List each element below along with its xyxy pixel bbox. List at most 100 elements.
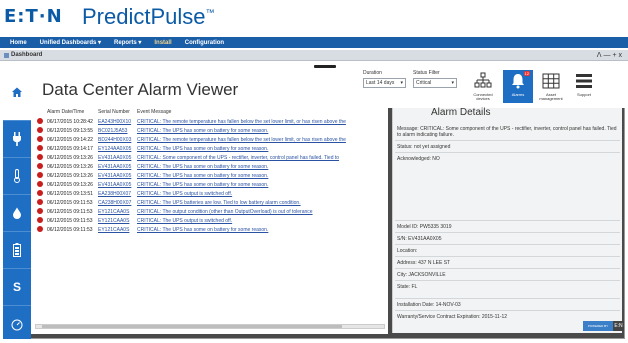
col-alarm-datetime[interactable]: Alarm Date/Time (47, 109, 84, 115)
event-message-link[interactable]: CRITICAL: The remote temperature has fal… (137, 119, 385, 125)
battery-button[interactable] (3, 232, 31, 269)
brand-logo: E:T·N PredictPulse™ (4, 4, 304, 29)
nav-configuration[interactable]: Configuration (185, 40, 224, 46)
chevron-down-icon: ▾ (451, 80, 454, 86)
event-message-link[interactable]: CRITICAL: The UPS batteries are low. Tie… (137, 200, 385, 206)
serial-number-link[interactable]: EY121CAA0S (98, 218, 129, 224)
alarm-datetime: 06/12/2015 09:13:26 (47, 155, 93, 161)
critical-status-icon (37, 127, 43, 133)
app-name: PredictPulse™ (82, 4, 215, 29)
nav-home[interactable]: Home (10, 40, 27, 46)
serial-number-detail: S/N: EV431AA0X05 (395, 232, 620, 244)
window-controls[interactable]: ᐱ — + x (597, 51, 622, 59)
city: City: JACKSONVILLE (395, 268, 620, 280)
serial-number-link[interactable]: EV431AA0X05 (98, 155, 131, 161)
gauge-button[interactable] (3, 306, 31, 343)
table-row[interactable]: 06/12/2015 09:13:51 EA238H00X07 CRITICAL: … (31, 189, 388, 198)
event-message-link[interactable]: CRITICAL: The UPS has some on battery fo… (137, 128, 385, 134)
support-button[interactable]: Support (569, 70, 599, 103)
serial-number-link[interactable]: EV431AA0X05 (98, 182, 131, 188)
event-message-link[interactable]: CRITICAL: Some component of the UPS - re… (137, 155, 385, 161)
serial-number-link[interactable]: EV431AA0X05 (98, 173, 131, 179)
serial-number-link[interactable]: EY121CAA0S (98, 227, 129, 233)
power-plug-button[interactable] (3, 121, 31, 158)
nav-install[interactable]: Install (154, 40, 171, 46)
alarm-datetime: 06/12/2015 09:11:53 (47, 200, 93, 206)
critical-status-icon (37, 163, 43, 169)
alarm-datetime: 06/12/2015 09:11:53 (47, 218, 93, 224)
serial-number-link[interactable]: EA243H00X10 (98, 119, 131, 125)
drag-handle[interactable] (314, 65, 336, 68)
event-message-link[interactable]: CRITICAL: The output condition (other th… (137, 209, 385, 215)
alarm-datetime: 06/12/2015 09:13:26 (47, 173, 93, 179)
nav-reports[interactable]: Reports ▾ (114, 39, 141, 46)
location: Location: (395, 244, 620, 256)
thermometer-icon (14, 169, 20, 183)
event-message-link[interactable]: CRITICAL: The UPS has some on battery fo… (137, 146, 385, 152)
gauge-icon (11, 319, 23, 330)
critical-status-icon (37, 217, 43, 223)
s-button[interactable]: S (3, 269, 31, 306)
event-message-link[interactable]: CRITICAL: The UPS has some on battery fo… (137, 182, 385, 188)
alarm-datetime: 06/17/2015 10:28:42 (47, 119, 93, 125)
col-serial-number[interactable]: Serial Number (98, 109, 130, 115)
alarms-button[interactable]: 12 Alarms (503, 70, 533, 103)
event-message-link[interactable]: CRITICAL: The UPS output is switched off… (137, 218, 385, 224)
dashboard-bar: Dashboard ᐱ — + x (0, 50, 628, 61)
dashboard-title: Dashboard (11, 52, 43, 58)
serial-number-link[interactable]: EA238H00X07 (98, 191, 131, 197)
main-nav: Home Unified Dashboards ▾ Reports ▾ Inst… (0, 37, 628, 48)
table-row[interactable]: 06/12/2015 09:14:17 EY124AA0X05 CRITICAL: … (31, 144, 388, 153)
serial-number-link[interactable]: EY121CAA0S (98, 209, 129, 215)
table-row[interactable]: 06/12/2015 09:13:26 EV431AA0X05 CRITICAL: … (31, 180, 388, 189)
alarm-datetime: 06/12/2015 09:13:51 (47, 191, 93, 197)
critical-status-icon (37, 199, 43, 205)
alarm-details-message: Message: CRITICAL: Some component of the… (397, 126, 617, 138)
status-filter-select[interactable]: Critical ▾ (413, 78, 457, 88)
table-row[interactable]: 06/12/2015 09:11:53 EY121CAA0S CRITICAL: T… (31, 216, 388, 225)
powered-by-badge: POWERED BY (583, 321, 613, 331)
event-message-link[interactable]: CRITICAL: The UPS has some on battery fo… (137, 164, 385, 170)
critical-status-icon (37, 226, 43, 232)
serial-number-link[interactable]: BD244H00X03 (98, 137, 131, 143)
table-row[interactable]: 06/12/2015 09:14:22 BD244H00X03 CRITICAL: … (31, 135, 388, 144)
event-message-link[interactable]: CRITICAL: The UPS output is switched off… (137, 191, 385, 197)
menu-icon (573, 70, 595, 92)
scrollbar-thumb[interactable] (42, 325, 342, 328)
event-message-link[interactable]: CRITICAL: The remote temperature has fal… (137, 137, 385, 143)
table-row[interactable]: 06/17/2015 10:28:42 EA243H00X10 CRITICAL: … (31, 117, 388, 126)
table-row[interactable]: 06/12/2015 09:11:53 EY121CAA0S CRITICAL: T… (31, 225, 388, 234)
table-row[interactable]: 06/12/2015 09:13:26 EV431AA0X05 CRITICAL: … (31, 162, 388, 171)
connected-devices-button[interactable]: Connected devices (468, 70, 498, 103)
serial-number-link[interactable]: BC021J5A53 (98, 128, 127, 134)
serial-number-link[interactable]: EV431AA0X05 (98, 164, 131, 170)
temperature-button[interactable] (3, 158, 31, 195)
event-message-link[interactable]: CRITICAL: The UPS has some on battery fo… (137, 227, 385, 233)
nav-unified-dashboards[interactable]: Unified Dashboards ▾ (40, 39, 101, 46)
grid-icon (540, 70, 562, 92)
asset-management-button[interactable]: Asset management (536, 70, 566, 103)
s-icon: S (12, 280, 21, 294)
table-row[interactable]: 06/12/2015 09:13:26 EV431AA0X05 CRITICAL: … (31, 171, 388, 180)
serial-number-link[interactable]: EY124AA0X05 (98, 146, 131, 152)
horizontal-scrollbar[interactable] (35, 324, 385, 329)
duration-select[interactable]: Last 14 days ▾ (363, 78, 406, 88)
droplet-icon (13, 207, 21, 219)
alarm-table: Alarm Date/Time Serial Number Event Mess… (31, 108, 388, 334)
table-row[interactable]: 06/12/2015 09:11:53 EY121CAA0S CRITICAL: T… (31, 207, 388, 216)
event-message-link[interactable]: CRITICAL: The UPS has some on battery fo… (137, 173, 385, 179)
eaton-chip-logo: E:N (613, 321, 624, 331)
model-id: Model ID: PW5335 3019 (395, 220, 620, 232)
alarm-datetime: 06/12/2015 09:14:17 (47, 146, 93, 152)
humidity-button[interactable] (3, 195, 31, 232)
table-row[interactable]: 06/12/2015 09:11:53 CA238H00X07 CRITICAL: … (31, 198, 388, 207)
alarm-status: Status: not yet assigned (395, 140, 620, 152)
home-button[interactable] (3, 63, 31, 121)
table-row[interactable]: 06/12/2015 09:13:26 EV431AA0X05 CRITICAL: … (31, 153, 388, 162)
table-row[interactable]: 06/12/2015 09:13:55 BC021J5A53 CRITICAL: T… (31, 126, 388, 135)
chevron-down-icon: ▾ (400, 80, 403, 86)
state: State: FL (395, 280, 620, 292)
alarm-datetime: 06/12/2015 09:13:55 (47, 128, 93, 134)
col-event-message[interactable]: Event Message (137, 109, 171, 115)
serial-number-link[interactable]: CA238H00X07 (98, 200, 131, 206)
